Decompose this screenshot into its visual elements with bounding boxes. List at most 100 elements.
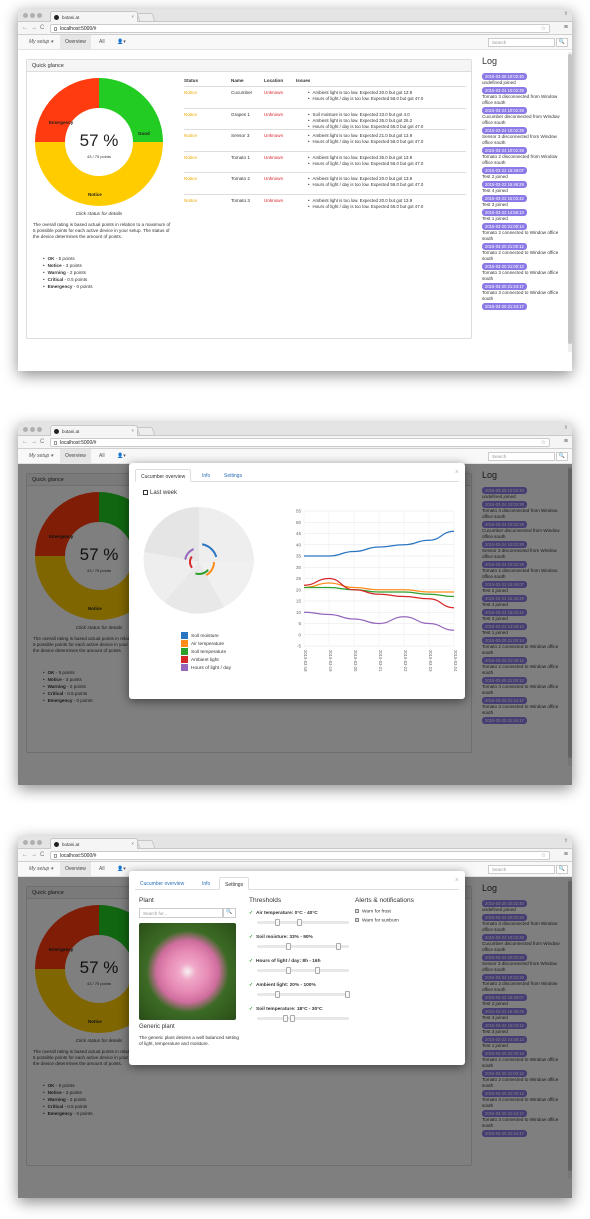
tab-info[interactable]: Info xyxy=(197,877,215,890)
close-tab-icon[interactable]: × xyxy=(131,841,134,846)
search-icon[interactable]: 🔍 xyxy=(556,38,568,47)
row-status[interactable]: Notice xyxy=(184,176,197,181)
minimize-window-dot[interactable] xyxy=(30,427,35,432)
search-icon[interactable]: 🔍 xyxy=(556,865,568,874)
my-setup-dropdown[interactable]: My setup ▾ xyxy=(24,35,58,49)
new-tab-button[interactable] xyxy=(136,13,156,22)
close-window-dot[interactable] xyxy=(23,840,28,845)
bookmark-star-icon[interactable]: ☆ xyxy=(541,439,546,446)
maximize-window-dot[interactable] xyxy=(37,13,42,18)
browser-tab[interactable]: botani.at × xyxy=(50,11,138,22)
bookmark-star-icon[interactable]: ☆ xyxy=(541,25,546,32)
table-row[interactable]: Notice Grapes 1 Unknown Soil moisture is to… xyxy=(184,107,466,129)
nav-overview[interactable]: Overview xyxy=(60,862,91,876)
alert-option[interactable]: Warn for frost xyxy=(355,909,391,914)
nav-all[interactable]: All xyxy=(94,35,110,49)
table-row[interactable]: Notice Cucumber Unknown Ambient light is to… xyxy=(184,86,466,107)
back-icon[interactable]: ← xyxy=(22,852,28,858)
my-setup-dropdown[interactable]: My setup ▾ xyxy=(24,862,58,876)
tab-settings[interactable]: Settings xyxy=(219,469,247,482)
threshold-slider[interactable] xyxy=(257,967,349,974)
reload-icon[interactable]: C xyxy=(40,25,44,31)
maximize-window-dot[interactable] xyxy=(37,840,42,845)
polar-area-chart[interactable] xyxy=(139,506,259,617)
slider-handle-max[interactable] xyxy=(296,919,302,926)
search-icon[interactable]: 🔍 xyxy=(223,908,236,918)
my-setup-dropdown[interactable]: My setup ▾ xyxy=(24,449,58,463)
alert-option[interactable]: Warn for sunburn xyxy=(355,918,399,923)
table-row[interactable]: Notice Tomato 1 Unknown Ambient light is to… xyxy=(184,150,466,172)
address-field[interactable]: localhost:5000/# xyxy=(50,24,550,33)
scrollbar-thumb[interactable] xyxy=(568,54,572,344)
status-donut-chart[interactable]: 57 % 43 / 75 points Emergency Good Notic… xyxy=(35,78,163,206)
forward-icon[interactable]: → xyxy=(31,852,37,858)
minimize-window-dot[interactable] xyxy=(30,840,35,845)
forward-icon[interactable]: → xyxy=(31,439,37,445)
slider-handle-max[interactable] xyxy=(336,943,342,950)
search-input[interactable]: Search xyxy=(488,38,555,47)
slider-handle-max[interactable] xyxy=(290,1015,296,1022)
threshold-slider[interactable] xyxy=(257,943,349,950)
row-status[interactable]: Notice xyxy=(184,133,197,138)
minimize-window-dot[interactable] xyxy=(30,13,35,18)
address-field[interactable]: localhost:5000/# xyxy=(50,438,550,447)
profile-icon[interactable]: ⇧ xyxy=(564,838,568,844)
threshold-slider[interactable] xyxy=(257,1015,349,1022)
search-icon[interactable]: 🔍 xyxy=(556,452,568,461)
nav-overview[interactable]: Overview xyxy=(60,35,91,49)
table-row[interactable]: Notice Tomato 3 Unknown Ambient light is to… xyxy=(184,193,466,215)
back-icon[interactable]: ← xyxy=(22,439,28,445)
nav-overview[interactable]: Overview xyxy=(60,449,91,463)
slider-handle-min[interactable] xyxy=(274,991,280,998)
alert-checkbox[interactable] xyxy=(355,918,359,922)
browser-menu-icon[interactable]: ≡ xyxy=(564,24,568,31)
tab-settings[interactable]: Settings xyxy=(219,877,250,890)
user-menu-icon[interactable]: 👤▾ xyxy=(112,862,131,876)
tab-cucumber-overview[interactable]: Cucumber overview xyxy=(135,877,189,890)
browser-menu-icon[interactable]: ≡ xyxy=(564,438,568,445)
new-tab-button[interactable] xyxy=(136,427,156,436)
new-tab-button[interactable] xyxy=(136,840,156,849)
row-status[interactable]: Notice xyxy=(184,112,197,117)
profile-icon[interactable]: ⇧ xyxy=(564,425,568,431)
browser-tab[interactable]: botani.at × xyxy=(50,425,138,436)
nav-all[interactable]: All xyxy=(94,862,110,876)
close-modal-icon[interactable]: × xyxy=(455,469,459,476)
plant-search-input[interactable]: Search for... xyxy=(139,908,223,918)
slider-handle-max[interactable] xyxy=(345,991,350,998)
row-status[interactable]: Notice xyxy=(184,90,197,95)
tab-cucumber-overview[interactable]: Cucumber overview xyxy=(135,469,192,482)
slider-handle-min[interactable] xyxy=(286,943,292,950)
close-window-dot[interactable] xyxy=(23,13,28,18)
close-tab-icon[interactable]: × xyxy=(131,428,134,433)
slider-handle-min[interactable] xyxy=(274,919,280,926)
table-row[interactable]: Notice Tomato 2 Unknown Ambient light is to… xyxy=(184,172,466,193)
threshold-slider[interactable] xyxy=(257,991,350,998)
forward-icon[interactable]: → xyxy=(31,25,37,31)
close-window-dot[interactable] xyxy=(23,427,28,432)
maximize-window-dot[interactable] xyxy=(37,427,42,432)
table-row[interactable]: Notice Sensor 3 Unknown Ambient light is to… xyxy=(184,129,466,150)
browser-menu-icon[interactable]: ≡ xyxy=(564,851,568,858)
address-field[interactable]: localhost:5000/# xyxy=(50,851,550,860)
tab-info[interactable]: Info xyxy=(197,469,215,482)
user-menu-icon[interactable]: 👤▾ xyxy=(112,35,131,49)
reload-icon[interactable]: C xyxy=(40,439,44,445)
user-menu-icon[interactable]: 👤▾ xyxy=(112,449,131,463)
slider-handle-min[interactable] xyxy=(286,967,292,974)
slider-handle-max[interactable] xyxy=(315,967,321,974)
browser-tab[interactable]: botani.at × xyxy=(50,838,138,849)
close-tab-icon[interactable]: × xyxy=(131,14,134,19)
bookmark-star-icon[interactable]: ☆ xyxy=(541,852,546,859)
profile-icon[interactable]: ⇧ xyxy=(564,11,568,17)
reload-icon[interactable]: C xyxy=(40,852,44,858)
back-icon[interactable]: ← xyxy=(22,25,28,31)
close-modal-icon[interactable]: × xyxy=(455,877,459,884)
slider-handle-min[interactable] xyxy=(283,1015,289,1022)
row-status[interactable]: Notice xyxy=(184,155,197,160)
scrollbar[interactable] xyxy=(568,52,572,352)
row-status[interactable]: Notice xyxy=(184,198,197,203)
search-input[interactable]: Search xyxy=(488,865,555,874)
alert-checkbox[interactable] xyxy=(355,909,359,913)
line-chart[interactable]: 5550454035302520151050-52015-03-18 2015-0… xyxy=(284,503,459,693)
